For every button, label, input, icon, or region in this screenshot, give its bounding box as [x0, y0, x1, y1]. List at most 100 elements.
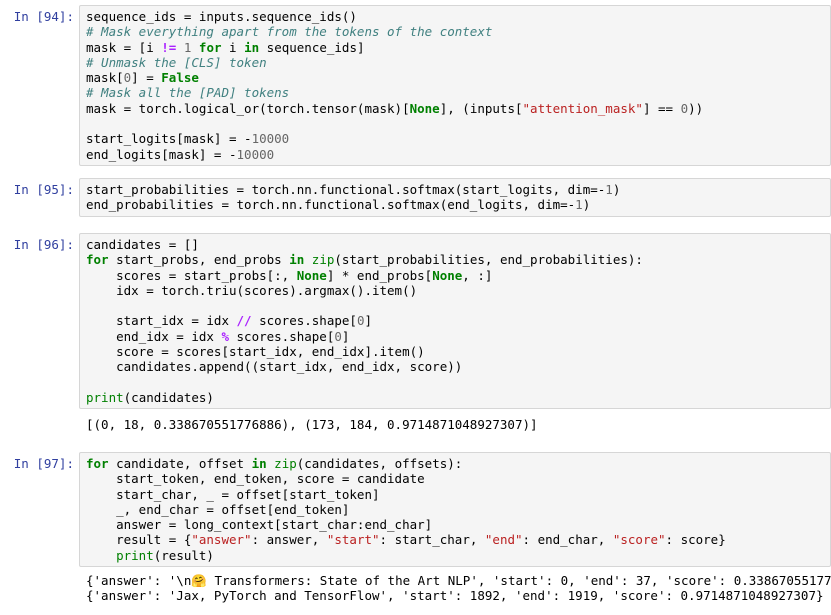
code-token: : score} — [665, 532, 726, 548]
code-token: start_char, _ = offset[start_token] — [86, 486, 380, 502]
code-token: mask = [i — [86, 39, 162, 55]
code-line: candidates = [] — [86, 237, 824, 252]
code-token: candidate, offset — [108, 456, 252, 471]
code-token: idx = torch.triu(scores).argmax().item() — [86, 282, 418, 298]
cell-output: [(0, 18, 0.338670551776886), (173, 184, … — [86, 417, 831, 432]
output-line: {'answer': '\n🤗 Transformers: State of t… — [86, 573, 831, 588]
code-line: start_probabilities = torch.nn.functiona… — [86, 182, 824, 197]
code-line: score = scores[start_idx, end_idx].item(… — [86, 344, 824, 359]
code-token: ] * end_probs[ — [326, 267, 433, 283]
code-token: scores.shape[ — [229, 328, 335, 344]
code-token: 0 — [680, 100, 689, 116]
code-line: print(candidates) — [86, 390, 824, 405]
code-token: )) — [688, 100, 704, 116]
code-line: end_logits[mask] = -10000 — [86, 147, 824, 162]
code-line: start_idx = idx // scores.shape[0] — [86, 313, 824, 328]
code-token: None — [409, 100, 440, 116]
code-token: # Unmask the [CLS] token — [86, 54, 267, 70]
code-token: "attention_mask" — [522, 100, 643, 116]
code-line: # Mask everything apart from the tokens … — [86, 24, 824, 39]
code-line: # Mask all the [PAD] tokens — [86, 85, 824, 100]
code-token: 10000 — [251, 131, 290, 147]
code-token: start_probs, end_probs — [108, 252, 290, 268]
code-token: i — [221, 39, 245, 55]
code-token: ] = — [131, 70, 162, 86]
code-token: for — [86, 252, 109, 268]
code-line: sequence_ids = inputs.sequence_ids() — [86, 9, 824, 24]
cell-prompt: In [97]: — [13, 456, 74, 471]
code-token: % — [221, 328, 229, 344]
code-token: scores.shape[ — [251, 313, 357, 329]
code-token: # Mask all the [PAD] tokens — [86, 85, 290, 101]
code-token: answer = long_context[start_char:end_cha… — [86, 517, 433, 533]
code-line: result = {"answer": answer, "start": sta… — [86, 532, 824, 547]
code-token: for — [86, 456, 109, 471]
code-token: start_probabilities = torch.nn.functiona… — [86, 182, 606, 197]
code-token: # Mask everything apart from the tokens … — [86, 24, 493, 40]
code-token: for — [198, 39, 222, 55]
code-line: start_char, _ = offset[start_token] — [86, 487, 824, 502]
code-token: ], (inputs[ — [439, 100, 523, 116]
code-line: end_probabilities = torch.nn.functional.… — [86, 197, 824, 212]
code-token: result = { — [86, 532, 192, 548]
code-input-area[interactable]: sequence_ids = inputs.sequence_ids() # Ma… — [79, 5, 831, 166]
code-token: start_logits[mask] = - — [86, 131, 252, 147]
code-token: mask = torch.logical_or(torch.tensor(mas… — [86, 100, 410, 116]
code-token: "end" — [484, 532, 523, 548]
output-line: {'answer': 'Jax, PyTorch and TensorFlow'… — [86, 588, 824, 604]
code-line: _, end_char = offset[end_token] — [86, 502, 824, 517]
code-token: start_token, end_token, score = candidat… — [86, 471, 425, 487]
code-token: sequence_ids = inputs.sequence_ids() — [86, 9, 357, 24]
code-token: , :] — [462, 267, 493, 283]
code-token: sequence_ids] — [259, 39, 365, 55]
code-line: # Unmask the [CLS] token — [86, 55, 824, 70]
code-line: mask = torch.logical_or(torch.tensor(mas… — [86, 101, 824, 116]
code-token: // — [236, 313, 252, 329]
cell-prompt: In [95]: — [13, 182, 74, 197]
code-token: _, end_char = offset[end_token] — [86, 501, 350, 517]
code-token: 1 — [605, 182, 613, 197]
code-line: mask[0] = False — [86, 70, 824, 85]
code-token: candidates.append((start_idx, end_idx, s… — [86, 359, 463, 375]
code-token: candidates = [] — [86, 237, 199, 252]
code-input-area[interactable]: candidates = [] for start_probs, end_prob… — [79, 233, 831, 409]
code-token: in — [289, 252, 305, 268]
cell-output: {'answer': '\n🤗 Transformers: State of t… — [86, 573, 831, 604]
code-line: for start_probs, end_probs in zip(start_… — [86, 252, 824, 267]
code-token: ) — [582, 197, 591, 213]
code-token: zip — [274, 456, 297, 471]
code-line: mask = [i != 1 for i in sequence_ids] — [86, 40, 824, 55]
code-line: for candidate, offset in zip(candidates,… — [86, 456, 824, 471]
code-input-area[interactable]: for candidate, offset in zip(candidates,… — [79, 452, 831, 567]
code-line: candidates.append((start_idx, end_idx, s… — [86, 359, 824, 374]
code-token: 10000 — [236, 146, 275, 162]
code-token: None — [296, 267, 327, 283]
code-token: "start" — [326, 532, 380, 548]
code-token: end_logits[mask] = - — [86, 146, 237, 162]
code-token: : start_char, — [379, 532, 485, 548]
code-token: False — [161, 70, 199, 86]
code-token: "score" — [612, 532, 666, 548]
code-line: answer = long_context[start_char:end_cha… — [86, 517, 824, 532]
code-token: (result) — [153, 547, 214, 563]
code-token: end_idx = idx — [86, 328, 222, 344]
code-token: start_idx = idx — [86, 313, 237, 329]
code-input-area[interactable]: start_probabilities = torch.nn.functiona… — [79, 178, 831, 217]
code-line: print(result) — [86, 548, 824, 563]
code-token: ] — [364, 313, 372, 329]
code-token: : end_char, — [522, 532, 613, 548]
code-token: 1 — [575, 197, 583, 213]
code-line: scores = start_probs[:, None] * end_prob… — [86, 268, 824, 283]
code-token: (candidates) — [123, 389, 214, 405]
code-token: 0 — [334, 328, 342, 344]
code-line: start_logits[mask] = -10000 — [86, 131, 824, 146]
code-token: score = scores[start_idx, end_idx].item(… — [86, 344, 425, 360]
code-line: end_idx = idx % scores.shape[0] — [86, 329, 824, 344]
code-token: ] == — [642, 100, 681, 116]
